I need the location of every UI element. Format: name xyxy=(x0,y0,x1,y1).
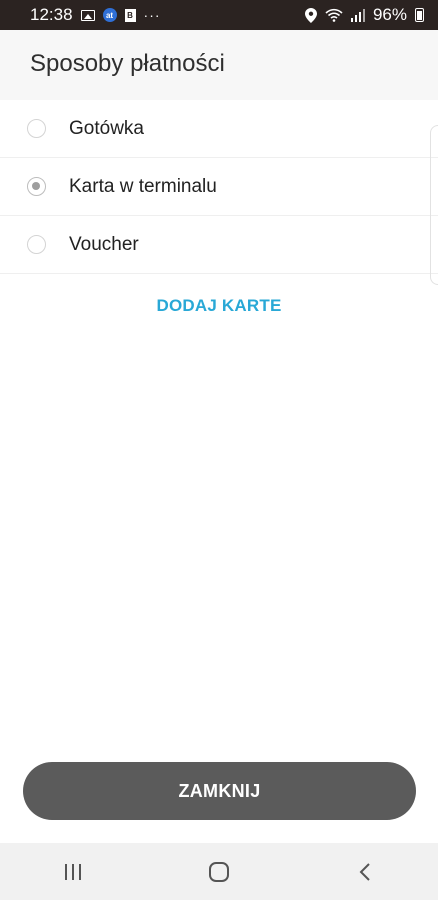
status-right: 96% xyxy=(304,5,424,25)
payment-option-voucher[interactable]: Voucher xyxy=(0,216,438,274)
screen: 12:38 at B ··· 96% Sposoby płatności Got… xyxy=(0,0,438,900)
home-icon xyxy=(209,861,229,882)
app-notification-icon: at xyxy=(102,8,117,22)
location-icon xyxy=(304,7,317,23)
option-label: Voucher xyxy=(69,233,139,255)
payment-methods-list: Gotówka Karta w terminalu Voucher xyxy=(0,100,438,274)
status-bar: 12:38 at B ··· 96% xyxy=(0,0,438,30)
image-icon xyxy=(80,9,95,21)
battery-percent: 96% xyxy=(372,5,407,24)
status-left: 12:38 at B ··· xyxy=(30,5,161,25)
back-button[interactable] xyxy=(345,852,385,892)
back-icon xyxy=(359,862,370,881)
option-label: Gotówka xyxy=(69,117,144,139)
close-button[interactable]: ZAMKNIJ xyxy=(23,762,416,820)
add-card-button[interactable]: DODAJ KARTE xyxy=(0,296,438,316)
status-time: 12:38 xyxy=(30,5,73,24)
payment-option-card-terminal[interactable]: Karta w terminalu xyxy=(0,158,438,216)
navigation-bar xyxy=(0,843,438,900)
home-button[interactable] xyxy=(199,852,239,892)
radio-button-selected[interactable] xyxy=(27,177,46,196)
signal-icon xyxy=(350,9,365,22)
page-title: Sposoby płatności xyxy=(30,50,225,77)
recent-apps-button[interactable] xyxy=(53,852,93,892)
document-icon: B xyxy=(124,8,136,22)
battery-icon xyxy=(415,8,424,22)
radio-button[interactable] xyxy=(27,235,46,254)
payment-option-cash[interactable]: Gotówka xyxy=(0,100,438,158)
more-icon: ··· xyxy=(143,7,161,23)
recent-apps-icon xyxy=(65,863,81,880)
edge-panel-handle[interactable] xyxy=(430,125,438,285)
option-label: Karta w terminalu xyxy=(69,175,217,197)
wifi-icon xyxy=(325,8,343,22)
header: Sposoby płatności xyxy=(0,30,438,100)
radio-button[interactable] xyxy=(27,119,46,138)
